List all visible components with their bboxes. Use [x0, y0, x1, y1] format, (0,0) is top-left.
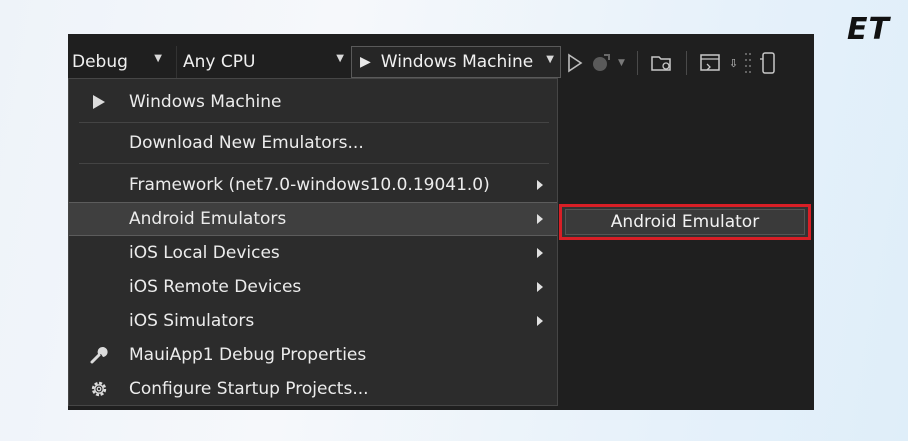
configuration-label: Debug: [72, 52, 128, 72]
chevron-right-icon: [537, 214, 543, 224]
chevron-right-icon: [537, 282, 543, 292]
chevron-right-icon: [537, 180, 543, 190]
toolbar-icons: ▼ ⇩: [566, 48, 778, 78]
toolbar-separator: [636, 51, 638, 75]
menu-item-label: Download New Emulators...: [129, 133, 364, 153]
device-window-icon[interactable]: [699, 52, 723, 74]
play-icon: [89, 92, 109, 112]
gear-icon: [89, 379, 109, 399]
platform-dropdown[interactable]: Any CPU ▼: [176, 46, 350, 78]
submenu-item-android-emulator[interactable]: Android Emulator: [611, 212, 759, 232]
menu-divider: [79, 122, 549, 123]
chevron-right-icon: [537, 316, 543, 326]
menu-item-debug-properties[interactable]: MauiApp1 Debug Properties: [69, 338, 557, 372]
menu-item-windows-machine[interactable]: Windows Machine: [69, 85, 557, 119]
browse-folder-icon[interactable]: [650, 52, 674, 74]
chevron-down-icon: ▼: [336, 53, 344, 64]
menu-item-label: Windows Machine: [129, 92, 282, 112]
android-emulators-submenu: Android Emulator: [559, 204, 811, 240]
visual-studio-window: Debug ▼ Any CPU ▼ ▶ Windows Machine ▼ ▼: [68, 34, 814, 410]
menu-item-label: Framework (net7.0-windows10.0.19041.0): [129, 175, 490, 195]
chevron-right-icon: [537, 248, 543, 258]
menu-item-label: MauiApp1 Debug Properties: [129, 345, 367, 365]
brand-logo: ET: [847, 12, 890, 47]
chevron-down-icon[interactable]: ▼: [618, 58, 625, 68]
menu-item-ios-simulators[interactable]: iOS Simulators: [69, 304, 557, 338]
menu-item-label: iOS Local Devices: [129, 243, 280, 263]
hot-reload-icon[interactable]: [590, 52, 612, 74]
menu-item-ios-local-devices[interactable]: iOS Local Devices: [69, 236, 557, 270]
menu-divider: [79, 163, 549, 164]
overflow-icon[interactable]: ⇩: [729, 57, 738, 70]
menu-item-download-emulators[interactable]: Download New Emulators...: [69, 126, 557, 160]
menu-item-label: iOS Simulators: [129, 311, 255, 331]
toolbar-separator: [685, 51, 687, 75]
chevron-down-icon: ▼: [546, 54, 554, 65]
play-icon: ▶: [360, 54, 371, 70]
menu-item-configure-startup[interactable]: Configure Startup Projects...: [69, 372, 557, 406]
configuration-dropdown[interactable]: Debug ▼: [68, 46, 168, 78]
menu-item-label: Configure Startup Projects...: [129, 379, 369, 399]
menu-item-label: iOS Remote Devices: [129, 277, 302, 297]
grip-icon: [745, 53, 752, 73]
menu-item-label: Android Emulators: [129, 209, 287, 229]
run-target-label: Windows Machine: [380, 52, 534, 72]
run-target-dropdown[interactable]: ▶ Windows Machine ▼: [351, 46, 561, 78]
menu-item-framework[interactable]: Framework (net7.0-windows10.0.19041.0): [69, 168, 557, 202]
menu-item-android-emulators[interactable]: Android Emulators: [69, 202, 557, 236]
menu-item-ios-remote-devices[interactable]: iOS Remote Devices: [69, 270, 557, 304]
phone-device-icon[interactable]: [758, 51, 778, 75]
chevron-down-icon: ▼: [154, 53, 162, 64]
wrench-icon: [89, 345, 109, 365]
run-target-menu: Windows Machine Download New Emulators..…: [68, 78, 558, 406]
platform-label: Any CPU: [183, 52, 256, 72]
start-without-debugging-icon[interactable]: [566, 53, 584, 73]
